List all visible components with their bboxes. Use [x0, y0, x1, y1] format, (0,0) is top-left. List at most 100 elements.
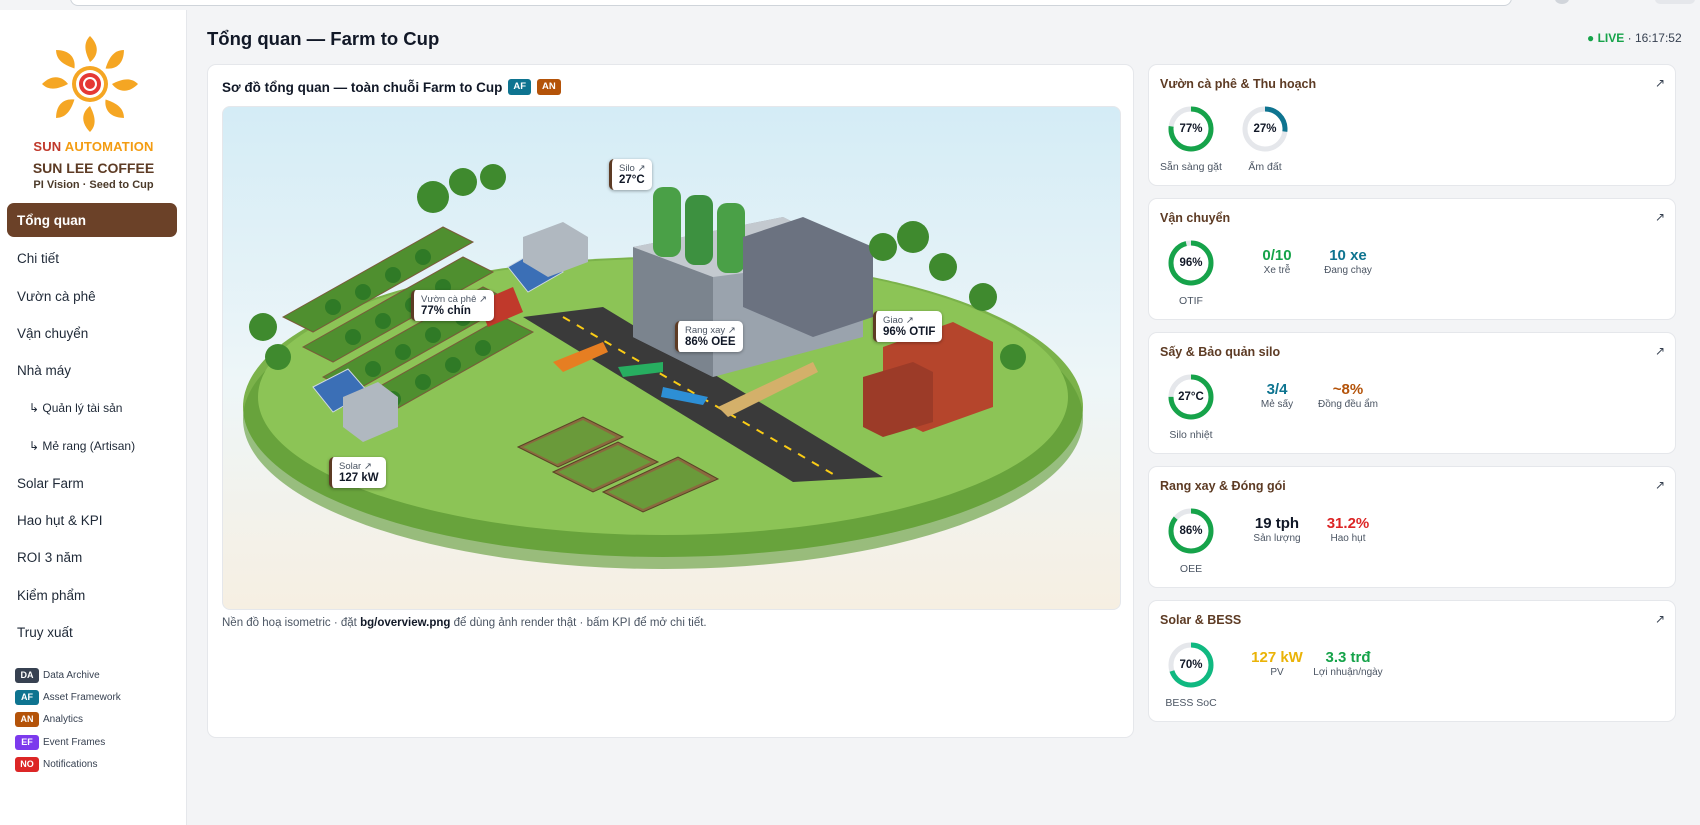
- legend-item: AF Asset Framework: [15, 686, 121, 708]
- open-link-icon[interactable]: ↗: [1655, 478, 1665, 492]
- overview-panel: Sơ đồ tổng quan — toàn chuỗi Farm to Cup…: [207, 64, 1134, 738]
- sidebar-item-roi[interactable]: ROI 3 năm: [7, 539, 177, 576]
- sidebar-item-me-rang[interactable]: ↳ Mẻ rang (Artisan): [7, 427, 177, 464]
- stat-label: Lợi nhuận/ngày: [1313, 667, 1383, 678]
- brand-name: SUN LEE COFFEE: [32, 160, 155, 176]
- gauge-silo-temp: 27°C: [1167, 373, 1215, 421]
- gauge-value: 77%: [1179, 123, 1203, 135]
- gauge-bess-soc: 70%: [1167, 641, 1215, 689]
- legend-label: Notifications: [43, 759, 98, 771]
- sidebar-item-chi-tiet[interactable]: Chi tiết: [7, 240, 177, 277]
- panel-title-text: Sơ đồ tổng quan — toàn chuỗi Farm to Cup: [222, 79, 503, 95]
- sidebar-item-van-chuyen[interactable]: Vận chuyển: [7, 315, 177, 352]
- open-link-icon[interactable]: ↗: [1655, 612, 1665, 626]
- stat-value: ~8%: [1332, 381, 1364, 398]
- gauge-soil-moisture: 27%: [1241, 105, 1289, 153]
- card-transport[interactable]: Vận chuyển ↗ 96% OTIF 0/10 Xe trễ 10 xe Đa…: [1148, 198, 1676, 320]
- silo-callout-value: 27°C: [619, 174, 645, 186]
- gauge-label: OTIF: [1179, 295, 1203, 307]
- stat-value: 10 xe: [1329, 247, 1367, 264]
- stat-value: 3.3 trđ: [1325, 649, 1371, 666]
- legend-badge: NO: [15, 757, 39, 773]
- browser-top-strip: [0, 0, 1700, 10]
- an-badge: AN: [537, 79, 561, 95]
- legend-label: Data Archive: [43, 669, 100, 681]
- gauge-value: 70%: [1179, 659, 1203, 671]
- deliver-callout-value: 96% OTIF: [883, 326, 936, 338]
- legend-badge: EF: [15, 734, 39, 750]
- card-title: Rang xay & Đóng gói: [1160, 479, 1286, 493]
- legend-label: Asset Framework: [43, 692, 121, 704]
- legend: DA Data Archive AF Asset Framework AN Analy…: [15, 664, 121, 776]
- open-link-icon[interactable]: ↗: [1655, 210, 1665, 224]
- gauge-label: OEE: [1179, 563, 1203, 575]
- gauge-label: Sẵn sàng gặt: [1160, 161, 1222, 173]
- legend-badge: DA: [15, 667, 39, 683]
- af-badge: AF: [508, 79, 531, 95]
- card-silo[interactable]: Sấy & Bảo quản silo ↗ 27°C Silo nhiệt 3/…: [1148, 332, 1676, 454]
- live-dot-icon: ●: [1587, 31, 1595, 45]
- page-title: Tổng quan — Farm to Cup: [207, 28, 440, 49]
- sidebar-item-vuon-ca-phe[interactable]: Vườn cà phê: [7, 277, 177, 314]
- card-title: Sấy & Bảo quản silo: [1160, 345, 1281, 359]
- farm-callout-value: 77% chín: [421, 305, 471, 317]
- profile-icon[interactable]: [1555, 0, 1569, 4]
- caption-file: bg/overview.png: [360, 617, 451, 629]
- sun-logo-icon: [42, 36, 138, 132]
- brand-tagline: PI Vision · Seed to Cup: [33, 179, 154, 191]
- roast-callout[interactable]: Rang xay ↗ 86% OEE: [675, 321, 743, 352]
- solar-callout-value: 127 kW: [339, 472, 379, 484]
- live-label: LIVE: [1597, 31, 1625, 45]
- farm-callout[interactable]: Vườn cà phê ↗ 77% chín: [411, 290, 494, 321]
- address-bar[interactable]: [70, 0, 1512, 6]
- sidebar-item-truy-xuat[interactable]: Truy xuất: [7, 614, 177, 651]
- menu-button[interactable]: [1655, 0, 1695, 4]
- sidebar-item-nha-may[interactable]: Nhà máy: [7, 352, 177, 389]
- solar-callout[interactable]: Solar ↗ 127 kW: [329, 457, 386, 488]
- sidebar: SUN AUTOMATION SUN LEE COFFEE PI Vision …: [0, 10, 187, 825]
- legend-badge: AN: [15, 712, 39, 728]
- legend-item: DA Data Archive: [15, 664, 121, 686]
- legend-item: NO Notifications: [15, 754, 121, 776]
- scene-caption: Nền đồ hoạ isometric · đặt bg/overview.p…: [222, 617, 707, 629]
- stat-running-trucks: 10 xe Đang chạy: [1303, 247, 1393, 276]
- stat-label: Hao hụt: [1330, 533, 1366, 544]
- roast-callout-value: 86% OEE: [685, 336, 736, 348]
- solar-callout-label: Solar ↗: [339, 461, 372, 472]
- gauge-label: Silo nhiệt: [1169, 429, 1213, 441]
- silo-callout[interactable]: Silo ↗ 27°C: [609, 159, 653, 190]
- stat-profit: 3.3 trđ Lợi nhuận/ngày: [1303, 649, 1393, 678]
- legend-label: Event Frames: [43, 736, 106, 748]
- card-farm-harvest[interactable]: Vườn cà phê & Thu hoạch ↗ 77% Sẵn sàng g…: [1148, 64, 1676, 186]
- card-title: Vườn cà phê & Thu hoạch: [1160, 77, 1317, 91]
- gauge-value: 96%: [1179, 257, 1203, 269]
- card-roast-pack[interactable]: Rang xay & Đóng gói ↗ 86% OEE 19 tph Sản …: [1148, 466, 1676, 588]
- gauge-value: 27°C: [1178, 391, 1204, 403]
- sidebar-item-kiem-pham[interactable]: Kiểm phẩm: [7, 577, 177, 614]
- gauge-label: BESS SoC: [1165, 697, 1217, 709]
- deliver-callout[interactable]: Giao ↗ 96% OTIF: [873, 311, 943, 342]
- isometric-scene: Silo ↗ 27°C Vườn cà phê ↗ 77% chín Rang …: [222, 106, 1121, 610]
- open-link-icon[interactable]: ↗: [1655, 344, 1665, 358]
- gauge-otif: 96%: [1167, 239, 1215, 287]
- brand-company: SUN AUTOMATION: [33, 139, 154, 154]
- roast-callout-label: Rang xay ↗: [685, 325, 736, 336]
- stat-moisture-uniformity: ~8% Đồng đều ẩm: [1303, 381, 1393, 410]
- gauge-oee: 86%: [1167, 507, 1215, 555]
- live-status: ● LIVE · 16:17:52: [1587, 31, 1682, 45]
- gauge-value: 86%: [1179, 525, 1203, 537]
- gauge-ready-harvest: 77%: [1167, 105, 1215, 153]
- sidebar-item-hao-hut-kpi[interactable]: Hao hụt & KPI: [7, 502, 177, 539]
- live-time: · 16:17:52: [1627, 31, 1682, 45]
- stat-label: Đồng đều ẩm: [1317, 399, 1379, 410]
- stat-label: Đang chạy: [1324, 265, 1372, 276]
- gauge-label: Ẩm đất: [1248, 161, 1282, 173]
- card-title: Solar & BESS: [1160, 613, 1242, 627]
- open-link-icon[interactable]: ↗: [1655, 76, 1665, 90]
- sidebar-item-tong-quan[interactable]: Tổng quan: [7, 203, 177, 237]
- legend-item: AN Analytics: [15, 709, 121, 731]
- sidebar-item-quan-ly-tai-san[interactable]: ↳ Quản lý tài sản: [7, 390, 177, 427]
- card-solar-bess[interactable]: Solar & BESS ↗ 70% BESS SoC 127 kW PV 3.3…: [1148, 600, 1676, 722]
- sidebar-item-solar-farm[interactable]: Solar Farm: [7, 464, 177, 501]
- isometric-illustration: [243, 164, 1083, 569]
